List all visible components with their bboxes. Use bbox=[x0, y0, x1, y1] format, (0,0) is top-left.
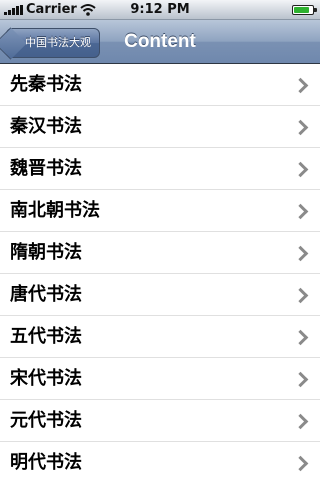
status-bar: Carrier 9:12 PM bbox=[0, 0, 320, 20]
chevron-right-icon bbox=[292, 161, 309, 178]
list-item-label: 五代书法 bbox=[10, 326, 82, 347]
page-title: Content bbox=[124, 31, 196, 52]
list-item[interactable]: 宋代书法 bbox=[0, 358, 320, 400]
list-item-label: 明代书法 bbox=[10, 452, 82, 473]
chevron-right-icon bbox=[292, 119, 309, 136]
list-item[interactable]: 魏晋书法 bbox=[0, 148, 320, 190]
list-item[interactable]: 先秦书法 bbox=[0, 64, 320, 106]
list-item-label: 先秦书法 bbox=[10, 74, 82, 95]
chevron-right-icon bbox=[292, 245, 309, 262]
back-arrow-icon bbox=[0, 27, 27, 60]
battery-level bbox=[294, 7, 309, 13]
list-item-label: 魏晋书法 bbox=[10, 158, 82, 179]
list-item[interactable]: 南北朝书法 bbox=[0, 190, 320, 232]
chevron-right-icon bbox=[292, 203, 309, 220]
chevron-right-icon bbox=[292, 413, 309, 430]
content-list: 先秦书法 秦汉书法 魏晋书法 南北朝书法 隋朝书法 唐代书法 五代书法 宋代书法… bbox=[0, 64, 320, 480]
list-item[interactable]: 秦汉书法 bbox=[0, 106, 320, 148]
chevron-right-icon bbox=[292, 455, 309, 472]
back-button[interactable]: 中国书法大观 bbox=[0, 27, 100, 60]
list-item-label: 南北朝书法 bbox=[10, 200, 100, 221]
chevron-right-icon bbox=[292, 287, 309, 304]
list-item[interactable]: 元代书法 bbox=[0, 400, 320, 442]
chevron-right-icon bbox=[292, 77, 309, 94]
list-item[interactable]: 隋朝书法 bbox=[0, 232, 320, 274]
chevron-right-icon bbox=[292, 371, 309, 388]
list-item-label: 秦汉书法 bbox=[10, 116, 82, 137]
list-item-label: 元代书法 bbox=[10, 410, 82, 431]
back-button-label: 中国书法大观 bbox=[25, 36, 91, 49]
list-item[interactable]: 唐代书法 bbox=[0, 274, 320, 316]
navigation-bar: 中国书法大观 Content bbox=[0, 20, 320, 64]
list-item-label: 宋代书法 bbox=[10, 368, 82, 389]
list-item[interactable]: 明代书法 bbox=[0, 442, 320, 480]
list-item-label: 唐代书法 bbox=[10, 284, 82, 305]
status-time: 9:12 PM bbox=[130, 2, 190, 17]
list-item-label: 隋朝书法 bbox=[10, 242, 82, 263]
list-item[interactable]: 五代书法 bbox=[0, 316, 320, 358]
battery-icon bbox=[292, 5, 317, 15]
chevron-right-icon bbox=[292, 329, 309, 346]
